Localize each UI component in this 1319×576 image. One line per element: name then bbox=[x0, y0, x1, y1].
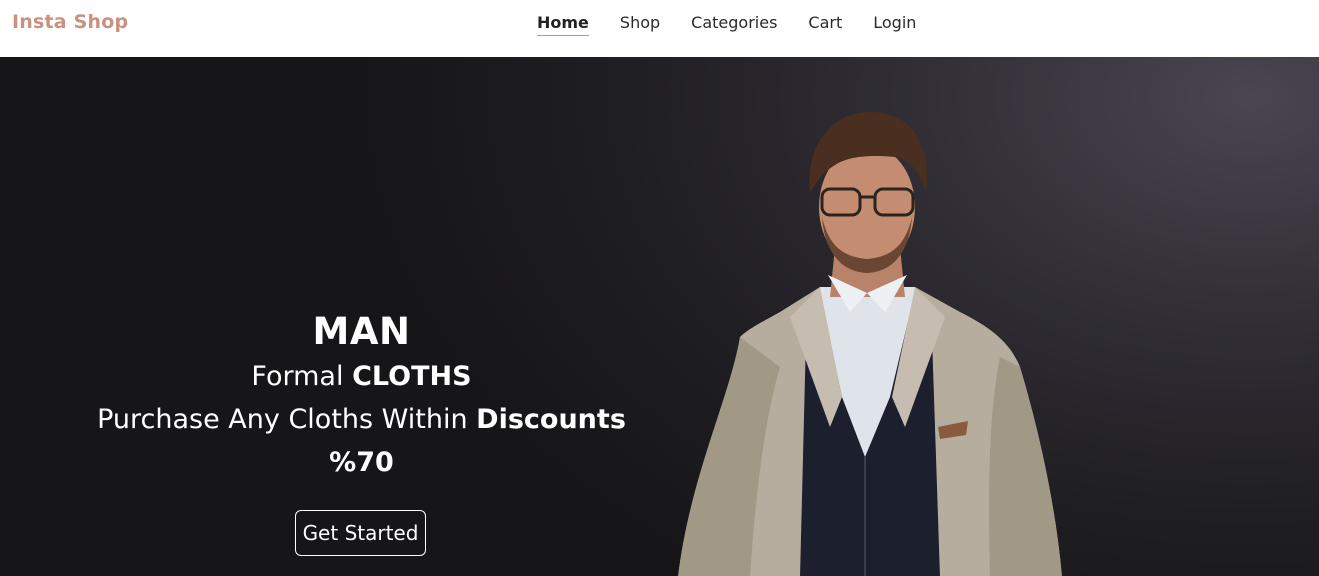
hero-subtitle-prefix: Formal bbox=[251, 361, 353, 392]
hero-tagline: Purchase Any Cloths Within Discounts bbox=[60, 398, 663, 441]
get-started-button[interactable]: Get Started bbox=[295, 510, 426, 556]
nav-menu: Home Shop Categories Cart Login bbox=[537, 13, 947, 36]
hero-tagline-bold: Discounts bbox=[476, 404, 626, 435]
brand-logo[interactable]: Insta Shop bbox=[12, 11, 128, 33]
hero-subtitle-bold: CLOTHS bbox=[352, 361, 472, 392]
hero-discount-value: %70 bbox=[329, 447, 394, 478]
hero-title: MAN bbox=[312, 310, 411, 353]
hero-banner: MAN Formal CLOTHS Purchase Any Cloths Wi… bbox=[0, 57, 1319, 576]
nav-item-home[interactable]: Home bbox=[537, 13, 589, 36]
hero-discount: %70 bbox=[60, 441, 663, 484]
nav-item-shop[interactable]: Shop bbox=[620, 13, 660, 36]
nav-item-cart[interactable]: Cart bbox=[808, 13, 842, 36]
hero-model-image bbox=[678, 112, 1062, 576]
nav-item-login[interactable]: Login bbox=[873, 13, 916, 36]
hero-subtitle: Formal CLOTHS bbox=[60, 355, 663, 398]
navbar: Insta Shop Home Shop Categories Cart Log… bbox=[0, 0, 1319, 57]
nav-item-categories[interactable]: Categories bbox=[691, 13, 777, 36]
hero-tagline-prefix: Purchase Any Cloths Within bbox=[97, 404, 477, 435]
hero-text-block: MAN Formal CLOTHS Purchase Any Cloths Wi… bbox=[60, 309, 663, 484]
